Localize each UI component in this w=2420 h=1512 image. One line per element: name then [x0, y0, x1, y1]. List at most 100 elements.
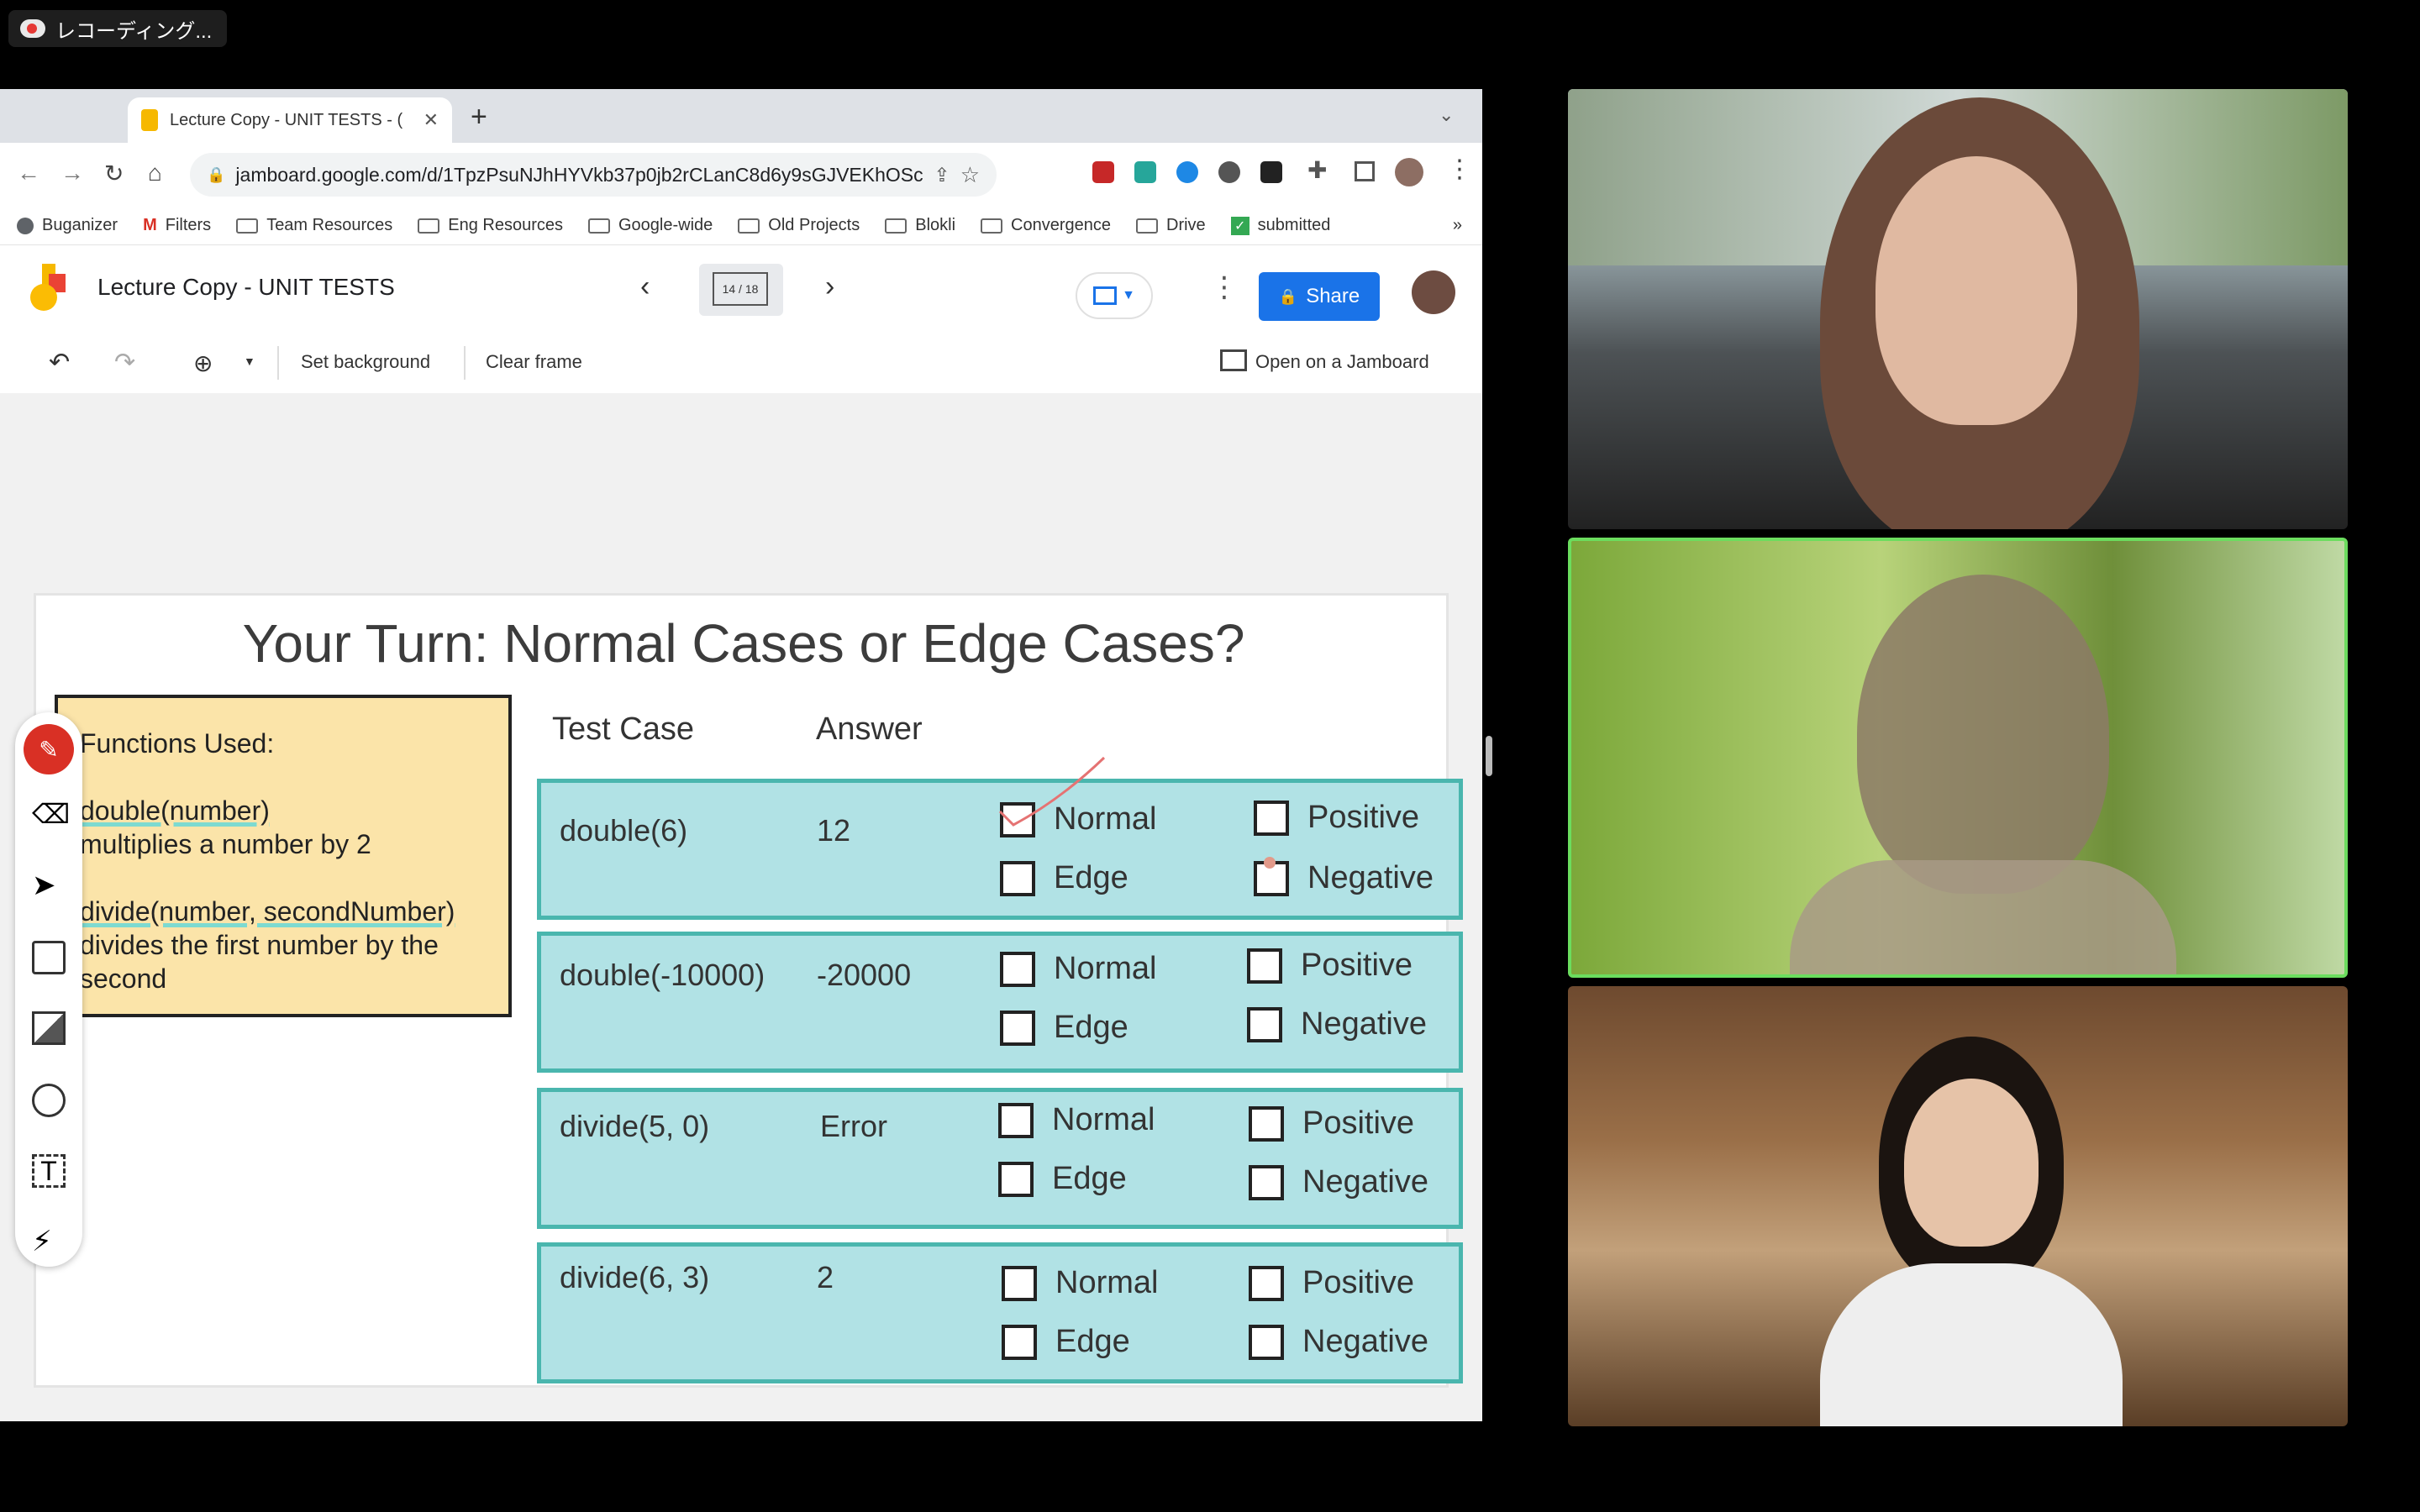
- negative-checkbox[interactable]: Negative: [1249, 1324, 1428, 1360]
- active-speaker-video-tile[interactable]: [1568, 538, 2348, 978]
- new-tab-icon[interactable]: +: [471, 101, 487, 134]
- extension-icon[interactable]: [1134, 161, 1156, 183]
- extension-icon[interactable]: [1260, 161, 1282, 183]
- browser-tab[interactable]: Lecture Copy - UNIT TESTS - ( ✕: [128, 97, 452, 143]
- recording-indicator[interactable]: レコーディング...: [8, 10, 228, 47]
- text-box-tool-icon[interactable]: T: [32, 1154, 66, 1188]
- negative-checkbox[interactable]: Negative: [1247, 1006, 1427, 1042]
- participant-face: [1876, 156, 2077, 425]
- redo-icon[interactable]: ↷: [114, 348, 135, 377]
- normal-checkbox[interactable]: Normal: [998, 1102, 1155, 1138]
- checkbox-box: [1000, 1010, 1035, 1046]
- next-frame-icon[interactable]: ›: [825, 270, 834, 303]
- share-button[interactable]: 🔒 Share: [1259, 272, 1380, 321]
- jamboard-toolbar: ↶ ↷ ⊕ ▼ Set background Clear frame Open …: [0, 333, 1482, 394]
- zoom-dropdown-icon[interactable]: ▼: [244, 354, 255, 368]
- profile-avatar[interactable]: [1395, 158, 1423, 186]
- extension-icon[interactable]: [1092, 161, 1114, 183]
- share-page-icon[interactable]: ⇪: [934, 164, 950, 186]
- forward-icon[interactable]: →: [60, 160, 84, 186]
- bookmarks-bar: Buganizer M Filters Team Resources Eng Re…: [0, 207, 1482, 245]
- set-background-button[interactable]: Set background: [301, 351, 430, 373]
- checkbox-box: [1247, 1006, 1282, 1042]
- test-case-row[interactable]: double(-10000) -20000 Normal Edge Positi…: [537, 932, 1463, 1073]
- present-menu-button[interactable]: ▼: [1076, 272, 1153, 319]
- folder-icon: [738, 218, 760, 234]
- bookmark-item[interactable]: Team Resources: [236, 216, 392, 235]
- previous-frame-icon[interactable]: ‹: [640, 270, 650, 303]
- edge-checkbox[interactable]: Edge: [1002, 1324, 1130, 1360]
- reload-icon[interactable]: ↻: [104, 160, 124, 187]
- star-icon[interactable]: ☆: [960, 162, 980, 188]
- frame-bar-toggle[interactable]: 14 / 18: [699, 264, 783, 316]
- test-case-cell: double(-10000): [560, 958, 765, 992]
- edge-checkbox[interactable]: Edge: [1000, 860, 1128, 896]
- column-header-test-case: Test Case: [552, 711, 694, 747]
- browser-tabstrip: Lecture Copy - UNIT TESTS - ( ✕ + ⌄: [0, 89, 1482, 143]
- home-icon[interactable]: ⌂: [148, 160, 162, 186]
- bookmark-item[interactable]: Buganizer: [17, 216, 118, 235]
- bookmark-item[interactable]: Blokli: [885, 216, 955, 235]
- clear-frame-button[interactable]: Clear frame: [486, 351, 582, 373]
- test-case-row[interactable]: divide(6, 3) 2 Normal Edge Positive Nega…: [537, 1242, 1463, 1383]
- split-divider-handle[interactable]: [1486, 736, 1492, 776]
- drawing-tools-palette: ✎ ⌫ ➤ T ⚡: [15, 712, 82, 1267]
- address-bar[interactable]: 🔒 jamboard.google.com/d/1TpzPsuNJhHYVkb3…: [190, 153, 997, 197]
- eraser-tool-icon[interactable]: ⌫: [32, 798, 70, 832]
- test-case-cell: divide(6, 3): [560, 1260, 710, 1294]
- functions-sticky-note[interactable]: Functions Used: double(number) multiplie…: [55, 695, 512, 1017]
- laser-tool-icon[interactable]: ⚡: [32, 1225, 66, 1258]
- select-tool-icon[interactable]: ➤: [32, 869, 66, 902]
- checkbox-box: [1249, 1265, 1284, 1301]
- zoom-icon[interactable]: ⊕: [193, 349, 213, 377]
- document-title[interactable]: Lecture Copy - UNIT TESTS: [97, 274, 395, 301]
- negative-checkbox[interactable]: Negative: [1254, 860, 1434, 896]
- participant-video-tile[interactable]: [1568, 89, 2348, 529]
- extension-icon[interactable]: [1218, 161, 1240, 183]
- more-bookmarks-icon[interactable]: »: [1453, 216, 1462, 235]
- side-panel-icon[interactable]: [1355, 161, 1375, 181]
- bookmark-item[interactable]: Convergence: [981, 216, 1111, 235]
- negative-checkbox[interactable]: Negative: [1249, 1164, 1428, 1200]
- extension-icon[interactable]: [1176, 161, 1198, 183]
- close-tab-icon[interactable]: ✕: [424, 109, 439, 131]
- shared-screen: Lecture Copy - UNIT TESTS - ( ✕ + ⌄ ← → …: [0, 89, 1482, 1421]
- pen-tool-icon[interactable]: ✎: [24, 724, 74, 774]
- test-case-row[interactable]: double(6) 12 Normal Edge Positive Negati…: [537, 756, 1463, 920]
- account-avatar[interactable]: [1412, 270, 1455, 314]
- folder-icon: [418, 218, 440, 234]
- bookmark-item[interactable]: Eng Resources: [418, 216, 563, 235]
- function-description: divides the first number by the second: [80, 930, 439, 994]
- participant-shoulders: [1820, 1263, 2123, 1426]
- participant-video-tile[interactable]: [1568, 986, 2348, 1426]
- positive-checkbox[interactable]: Positive: [1249, 1265, 1414, 1301]
- positive-checkbox[interactable]: Positive: [1247, 948, 1413, 984]
- bookmark-item[interactable]: Google-wide: [588, 216, 713, 235]
- more-options-icon[interactable]: ⋮: [1210, 270, 1239, 304]
- tab-search-chevron-icon[interactable]: ⌄: [1439, 104, 1454, 126]
- test-case-row[interactable]: divide(5, 0) Error Normal Edge Positive …: [537, 1088, 1463, 1229]
- test-case-cell: double(6): [560, 813, 688, 848]
- gmail-icon: M: [143, 216, 157, 234]
- jamboard-canvas[interactable]: Your Turn: Normal Cases or Edge Cases? F…: [0, 393, 1482, 1421]
- edge-checkbox[interactable]: Edge: [1000, 1010, 1128, 1046]
- frame-counter: 14 / 18: [713, 272, 768, 306]
- image-tool-icon[interactable]: [32, 1011, 66, 1045]
- bookmark-item[interactable]: Old Projects: [738, 216, 860, 235]
- positive-checkbox[interactable]: Positive: [1254, 800, 1419, 836]
- slide-frame[interactable]: Your Turn: Normal Cases or Edge Cases? F…: [34, 593, 1463, 1388]
- back-icon[interactable]: ←: [17, 160, 40, 186]
- bookmark-item[interactable]: ✓ submitted: [1230, 216, 1330, 235]
- sticky-note-tool-icon[interactable]: [32, 941, 66, 974]
- positive-checkbox[interactable]: Positive: [1249, 1105, 1414, 1142]
- edge-checkbox[interactable]: Edge: [998, 1161, 1127, 1197]
- bookmark-item[interactable]: M Filters: [143, 216, 211, 235]
- extensions-puzzle-icon[interactable]: ✚: [1307, 156, 1327, 184]
- normal-checkbox[interactable]: Normal: [1000, 951, 1156, 987]
- normal-checkbox[interactable]: Normal: [1002, 1265, 1158, 1301]
- circle-shape-tool-icon[interactable]: [32, 1084, 66, 1117]
- open-on-jamboard-button[interactable]: Open on a Jamboard: [1255, 351, 1429, 373]
- bookmark-item[interactable]: Drive: [1136, 216, 1206, 235]
- browser-menu-icon[interactable]: ⋮: [1447, 155, 1472, 184]
- undo-icon[interactable]: ↶: [49, 348, 70, 377]
